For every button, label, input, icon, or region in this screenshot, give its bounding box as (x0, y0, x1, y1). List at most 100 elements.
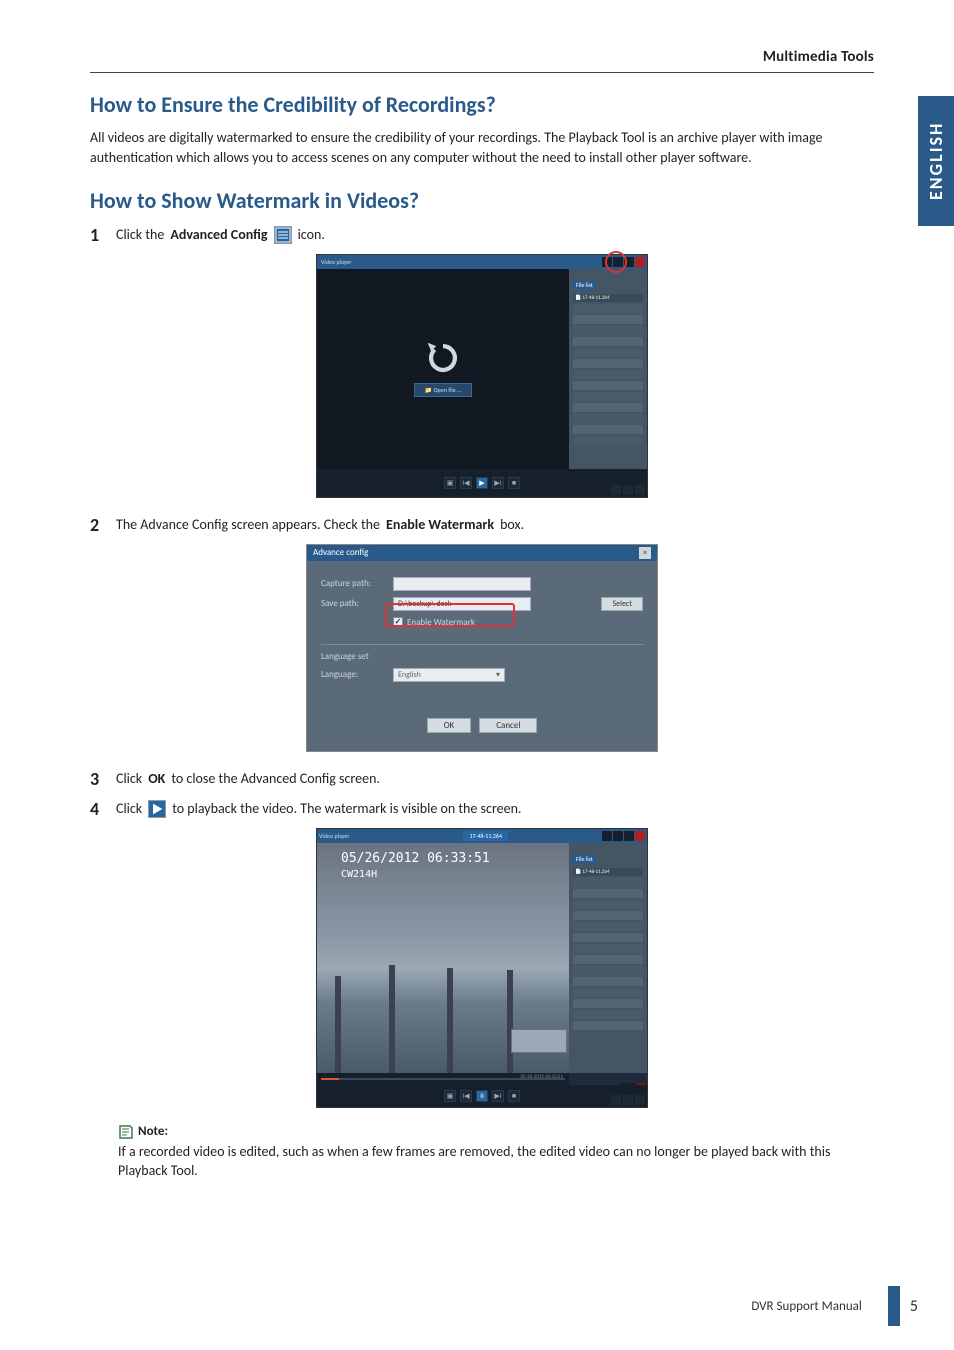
watermark-timestamp: 05/26/2012 06:33:51 (341, 851, 490, 866)
file-item[interactable]: 📄 17-48-11.264 (573, 868, 643, 876)
open-file-button[interactable]: 📁 Open file … (414, 383, 472, 397)
play-icon[interactable]: ▶ (476, 477, 488, 489)
step-number: 4 (90, 798, 104, 820)
step2-bold: Enable Watermark (386, 516, 494, 533)
language-tab: ENGLISH (918, 96, 954, 226)
player-controls: ▣ I◀ ▶ ▶I ■ (317, 469, 647, 497)
step2-post: box. (500, 516, 524, 533)
step1-post: icon. (298, 226, 325, 243)
close-icon[interactable] (635, 257, 645, 267)
page-number: 5 (910, 1297, 918, 1316)
minimize-icon[interactable] (613, 831, 623, 841)
step-number: 2 (90, 514, 104, 536)
layout-icons (611, 485, 645, 495)
footer-manual-title: DVR Support Manual (751, 1299, 862, 1314)
play-icon (148, 800, 166, 818)
enable-watermark-checkbox[interactable]: ✓ (393, 617, 403, 627)
section2-title: How to Show Watermark in Videos? (90, 187, 874, 214)
screenshot-advance-config-dialog: Advance config × Capture path: Save path… (306, 544, 658, 752)
progress-bar[interactable]: 05-26-2012 06:33:51 (317, 1073, 569, 1085)
grid-icon[interactable] (611, 485, 621, 495)
page-footer: DVR Support Manual 5 (0, 1286, 954, 1326)
snapshot-icon[interactable]: ▣ (444, 1090, 456, 1102)
language-set-label: Language set (321, 644, 643, 662)
player-controls: ▣ I◀ II ▶I ■ (317, 1085, 647, 1107)
note-text: If a recorded video is edited, such as w… (118, 1142, 858, 1181)
step-3: 3 Click OK to close the Advanced Config … (90, 768, 874, 790)
section1-title: How to Ensure the Credibility of Recordi… (90, 91, 874, 118)
dialog-titlebar: Advance config × (307, 545, 657, 561)
step-4: 4 Click to playback the video. The water… (90, 798, 874, 820)
close-icon[interactable] (635, 831, 645, 841)
language-label: Language: (321, 669, 393, 680)
layout-icons (611, 1095, 645, 1105)
filelist-tab[interactable]: File list (573, 280, 596, 290)
section1-para: All videos are digitally watermarked to … (90, 128, 874, 169)
player-sidebar: File list 📄 17-48-11.264 (569, 843, 647, 1073)
file-tab[interactable]: 17-48-11.264 (463, 831, 508, 841)
step4-pre: Click (116, 800, 142, 817)
minimize-icon[interactable] (613, 257, 623, 267)
footer-accent-icon (888, 1286, 900, 1326)
pause-icon[interactable]: II (476, 1090, 488, 1102)
dialog-title: Advance config (313, 547, 368, 559)
step-fwd-icon[interactable]: ▶I (492, 477, 504, 489)
step2-pre: The Advance Config screen appears. Check… (116, 516, 380, 533)
note-icon (118, 1124, 134, 1140)
recycle-icon (426, 341, 460, 375)
list-row (573, 304, 643, 313)
select-button[interactable]: Select (601, 597, 643, 611)
step-fwd-icon[interactable]: ▶I (492, 1090, 504, 1102)
video-area: 05/26/2012 06:33:51 CW214H (317, 843, 569, 1073)
player-sidebar: File list 📄 17-48-11.264 (569, 269, 647, 469)
gear-icon[interactable] (623, 485, 633, 495)
step-1: 1 Click the Advanced Config icon. (90, 224, 874, 246)
step-back-icon[interactable]: I◀ (460, 477, 472, 489)
stop-icon[interactable]: ■ (508, 477, 520, 489)
save-path-label: Save path: (321, 598, 393, 609)
ok-button[interactable]: OK (427, 718, 472, 733)
config-icon[interactable] (602, 257, 612, 267)
step1-pre: Click the (116, 226, 164, 243)
screenshot-player-config-highlight: Video player 📁 Open file … File list 📄 1… (316, 254, 648, 498)
gear-icon[interactable] (623, 1095, 633, 1105)
expand-icon[interactable] (635, 485, 645, 495)
note-header: Note: (118, 1124, 874, 1140)
snapshot-icon[interactable]: ▣ (444, 477, 456, 489)
player-title: Video player (319, 258, 351, 266)
step3-post: to close the Advanced Config screen. (171, 770, 380, 787)
expand-icon[interactable] (635, 1095, 645, 1105)
watermark-model: CW214H (341, 869, 377, 880)
grid-icon[interactable] (611, 1095, 621, 1105)
stop-icon[interactable]: ■ (508, 1090, 520, 1102)
breadcrumb: Multimedia Tools (90, 48, 874, 73)
enable-watermark-label: Enable Watermark (407, 617, 475, 628)
step1-bold: Advanced Config (170, 226, 267, 243)
step-2: 2 The Advance Config screen appears. Che… (90, 514, 874, 536)
capture-path-label: Capture path: (321, 578, 393, 589)
filelist-tab[interactable]: File list (573, 854, 596, 864)
chevron-down-icon: ▾ (496, 670, 500, 680)
screenshot-player-watermark: Video player 17-48-11.264 05/26/2012 06:… (316, 828, 648, 1108)
video-scene (317, 935, 569, 1073)
save-path-input[interactable]: D:\backup\ desk (393, 597, 531, 611)
player-title: Video player (319, 832, 349, 840)
advanced-config-icon (274, 226, 292, 244)
config-icon[interactable] (602, 831, 612, 841)
maximize-icon[interactable] (624, 257, 634, 267)
dialog-close-icon[interactable]: × (639, 547, 651, 559)
player-main-area: 📁 Open file … (317, 269, 569, 469)
language-select[interactable]: English▾ (393, 668, 505, 682)
window-buttons (602, 257, 645, 267)
file-item[interactable]: 📄 17-48-11.264 (573, 294, 643, 302)
window-buttons (602, 831, 645, 841)
maximize-icon[interactable] (624, 831, 634, 841)
player-titlebar: Video player 17-48-11.264 (317, 829, 647, 843)
step-number: 1 (90, 224, 104, 246)
capture-path-input[interactable] (393, 577, 531, 591)
cancel-button[interactable]: Cancel (479, 718, 537, 733)
step-back-icon[interactable]: I◀ (460, 1090, 472, 1102)
step3-bold: OK (148, 770, 165, 787)
note-label: Note: (138, 1124, 168, 1139)
step-number: 3 (90, 768, 104, 790)
